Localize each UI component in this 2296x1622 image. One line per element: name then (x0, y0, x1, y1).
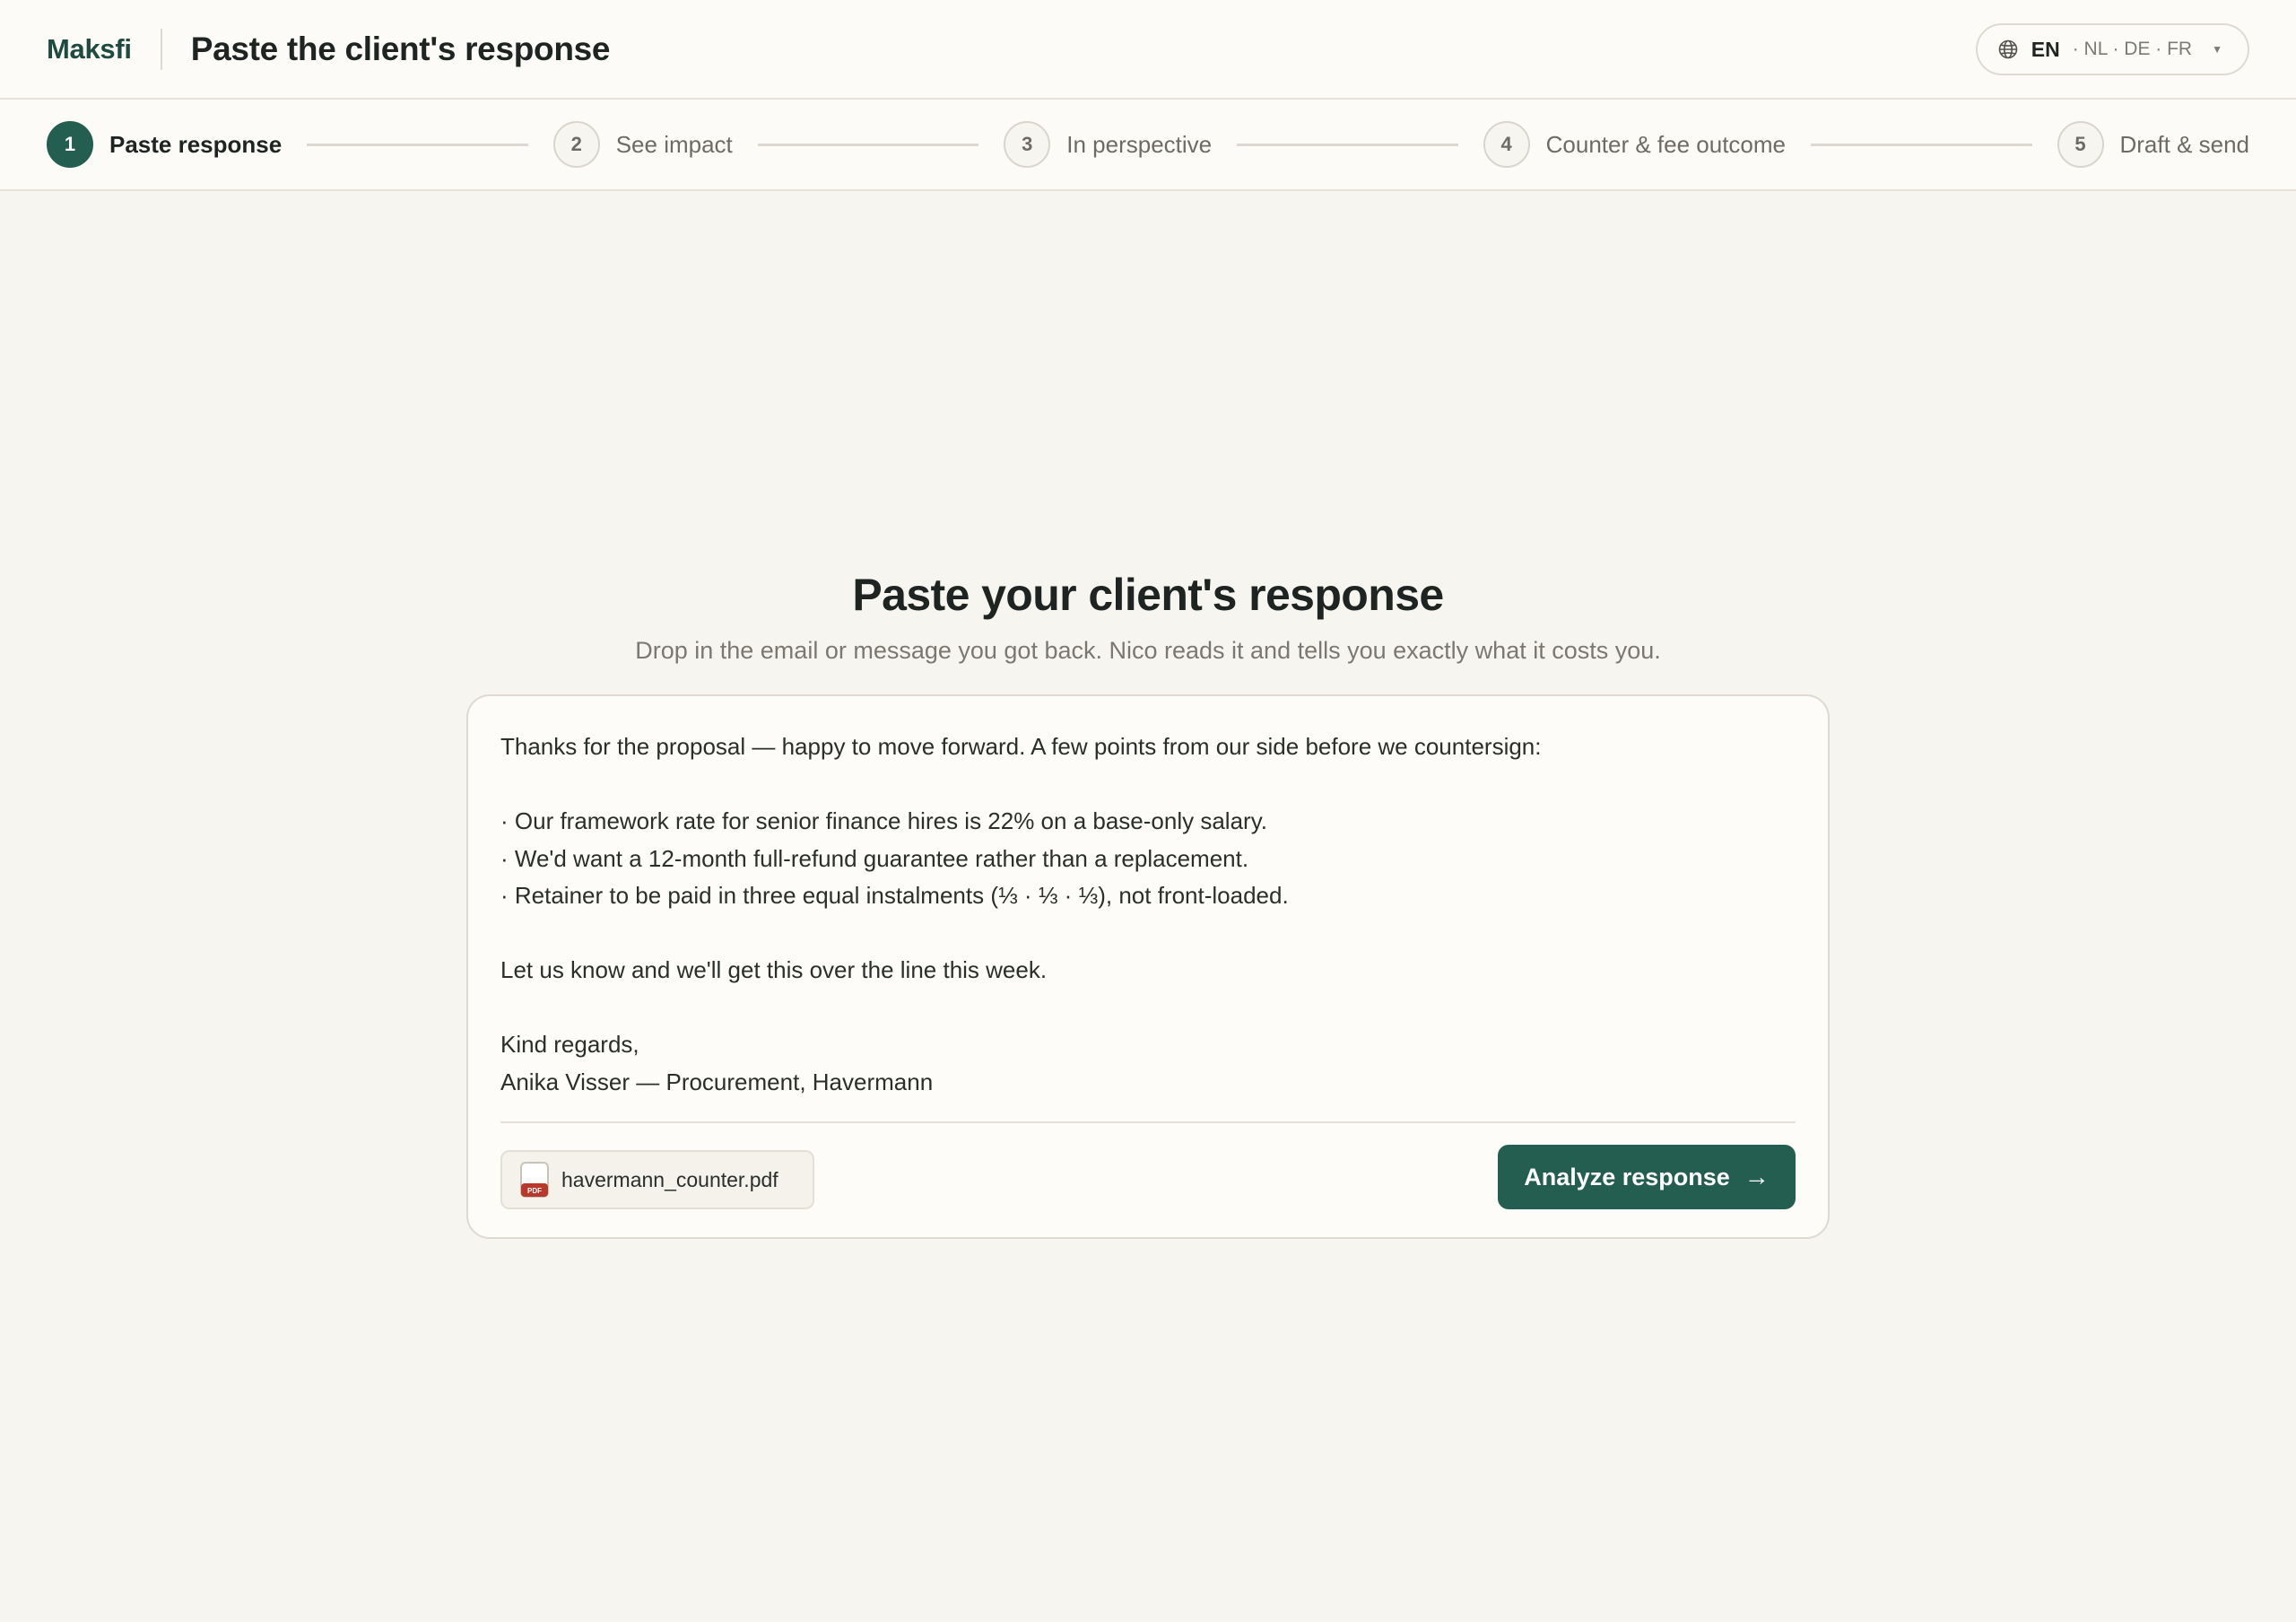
step-label: Paste response (109, 130, 283, 158)
step-label: Counter & fee outcome (1545, 130, 1787, 158)
message-line: Thanks for the proposal — happy to move … (500, 733, 1542, 760)
brand-logo[interactable]: Maksfi (47, 33, 132, 65)
intro-section: Paste your client's response Drop in the… (0, 569, 2296, 665)
step-counter-fee-outcome[interactable]: 4 Counter & fee outcome (1483, 121, 1786, 168)
response-textarea[interactable]: Thanks for the proposal — happy to move … (500, 728, 1796, 1101)
step-connector (307, 143, 528, 146)
attachment-filename: havermann_counter.pdf (561, 1167, 778, 1191)
language-active: EN (2031, 37, 2060, 61)
step-number: 3 (1004, 121, 1051, 168)
step-label: See impact (615, 130, 733, 158)
step-number: 2 (552, 121, 600, 168)
step-number: 1 (47, 121, 93, 168)
attachment-chip[interactable]: PDF havermann_counter.pdf (500, 1150, 814, 1209)
message-bullet: · Retainer to be paid in three equal ins… (500, 882, 1289, 909)
analyze-button-label: Analyze response (1524, 1163, 1730, 1190)
language-switcher[interactable]: EN · NL · DE · FR ▼ (1975, 23, 2249, 75)
step-number: 5 (2057, 121, 2104, 168)
globe-icon (1997, 39, 2019, 60)
message-sign-off: Kind regards, (500, 1031, 639, 1058)
message-signature: Anika Visser — Procurement, Havermann (500, 1068, 934, 1095)
header-divider (160, 28, 162, 70)
step-see-impact[interactable]: 2 See impact (552, 121, 733, 168)
arrow-right-icon: → (1744, 1163, 1770, 1190)
step-draft-send[interactable]: 5 Draft & send (2057, 121, 2250, 168)
chevron-down-icon: ▼ (2212, 43, 2222, 56)
analyze-response-button[interactable]: Analyze response → (1498, 1145, 1796, 1209)
message-bullet: · Our framework rate for senior finance … (500, 807, 1267, 834)
response-card: Thanks for the proposal — happy to move … (466, 694, 1830, 1239)
language-options: · NL · DE · FR (2072, 39, 2193, 59)
step-number: 4 (1483, 121, 1530, 168)
pdf-icon: PDF (520, 1162, 549, 1198)
message-bullet: · We'd want a 12-month full-refund guara… (500, 844, 1249, 872)
pdf-badge-text: PDF (527, 1187, 542, 1195)
page-title: Paste the client's response (190, 30, 611, 67)
step-connector (1811, 143, 2032, 146)
progress-stepper: 1 Paste response 2 See impact 3 In persp… (0, 100, 2296, 191)
app-header: Maksfi Paste the client's response EN · … (0, 0, 2296, 100)
main-subheading: Drop in the email or message you got bac… (635, 637, 1661, 664)
card-divider (500, 1121, 1796, 1123)
step-connector (1237, 143, 1458, 146)
main-heading: Paste your client's response (852, 570, 1444, 620)
step-connector (757, 143, 979, 146)
step-label: Draft & send (2119, 130, 2250, 158)
step-label: In perspective (1066, 130, 1213, 158)
step-in-perspective[interactable]: 3 In perspective (1004, 121, 1212, 168)
message-line: Let us know and we'll get this over the … (500, 956, 1048, 983)
step-paste-response[interactable]: 1 Paste response (47, 121, 282, 168)
